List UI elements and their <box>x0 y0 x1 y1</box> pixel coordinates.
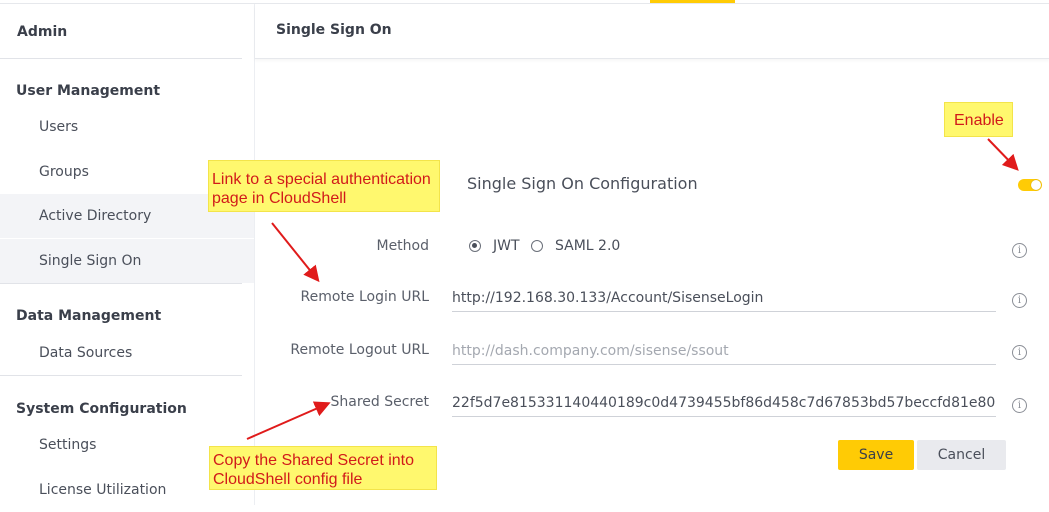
annotation-secret: Copy the Shared Secret into CloudShell c… <box>209 446 437 490</box>
arrow-to-login-url <box>271 222 320 283</box>
annotation-arrows <box>246 138 1019 440</box>
annotation-link: Link to a special authentication page in… <box>208 160 440 212</box>
annotation-enable: Enable <box>944 102 1013 137</box>
arrow-to-toggle <box>987 138 1019 171</box>
arrow-to-shared-secret <box>246 401 331 440</box>
